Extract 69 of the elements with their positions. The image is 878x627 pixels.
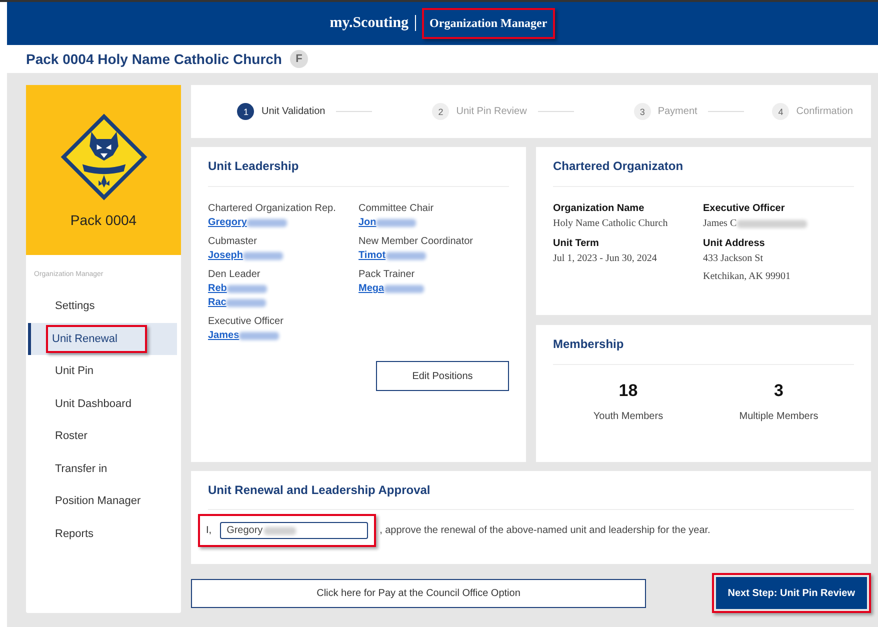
person-link[interactable]: Reb [208,283,227,294]
redaction-blur [239,332,280,340]
step-label: Unit Validation [261,106,326,117]
step-label: Confirmation [796,106,853,117]
pay-at-council-button[interactable]: Click here for Pay at the Council Office Option [191,578,646,608]
card-title: Unit Renewal and Leadership Approval [208,483,432,497]
stat-value: 3 [774,381,784,401]
redaction-blur [384,284,424,292]
field-label: Executive Officer [703,203,786,214]
person-link[interactable]: Gregory [208,217,247,228]
card-title: Chartered Organizaton [553,159,684,173]
stat-label: Multiple Members [739,411,818,422]
role-label: Chartered Organization Rep. [208,203,337,214]
redaction-blur [246,218,287,226]
sidebar-item[interactable]: Roster [49,422,94,450]
role-label: New Member Coordinator [358,236,474,247]
role-label: Cubmaster [208,236,258,247]
brand-name: my.Scouting [330,14,409,32]
stat-label: Youth Members [593,411,664,422]
role-label: Den Leader [208,269,262,280]
step-label: Payment [658,106,698,117]
sidebar-item[interactable]: Position Manager [49,487,147,516]
sidebar-item[interactable]: Settings [49,292,101,320]
stat-value: 18 [618,381,638,401]
field-value: Holy Name Catholic Church [553,217,668,231]
field-value: Ketchikan, AK 99901 [703,270,790,284]
field-label: Unit Term [553,238,600,249]
field-label: Organization Name [553,203,646,214]
redaction-blur [376,218,416,226]
redaction-blur [243,252,284,260]
person-link[interactable]: Rac [208,297,226,308]
redaction-blur [226,298,266,306]
product-name: Organization Manager [422,8,556,39]
step-number: 1 [237,103,254,120]
sidebar-item[interactable]: Transfer in [49,454,114,483]
approval-prefix: I, [206,525,212,536]
step-number: 2 [432,103,450,120]
sidebar-item[interactable]: Reports [49,520,100,548]
step-label: Unit Pin Review [456,106,527,117]
sidebar-item[interactable]: Unit Dashboard [49,390,138,418]
page-title: Pack 0004 Holy Name Catholic Church [26,50,282,67]
person-link[interactable]: Jon [358,217,376,228]
person-link[interactable]: Mega [358,283,384,294]
next-step-button[interactable]: Next Step: Unit Pin Review [716,577,867,609]
approval-text: , approve the renewal of the above-named unit and leadership for the year. [380,525,710,536]
edit-positions-button[interactable]: Edit Positions [376,361,509,391]
person-link[interactable]: James [208,330,240,341]
field-label: Unit Address [703,238,766,249]
role-label: Pack Trainer [358,269,416,280]
person-link[interactable]: Timot [358,250,386,261]
field-value: Jul 1, 2023 - Jun 30, 2024 [553,252,657,266]
sidebar-item[interactable]: Unit Renewal [46,324,148,353]
unit-badge: F [290,50,308,68]
card-title: Membership [553,337,625,351]
redaction-blur [226,284,267,292]
role-label: Executive Officer [208,316,284,327]
redaction-blur [386,252,426,260]
wolf-diamond-emblem-icon [58,112,148,202]
card-title: Unit Leadership [208,159,300,173]
step-number: 3 [634,103,651,120]
person-link[interactable]: Joseph [208,250,244,261]
redaction-blur [736,220,807,228]
sidebar-item[interactable]: Unit Pin [49,357,100,386]
role-label: Committee Chair [358,203,435,214]
field-value: 433 Jackson St [703,252,763,266]
unit-name: Pack 0004 [70,212,137,228]
name-input-field[interactable]: Gregory [220,522,368,539]
step-number: 4 [772,103,790,120]
field-value: James C [703,217,737,231]
